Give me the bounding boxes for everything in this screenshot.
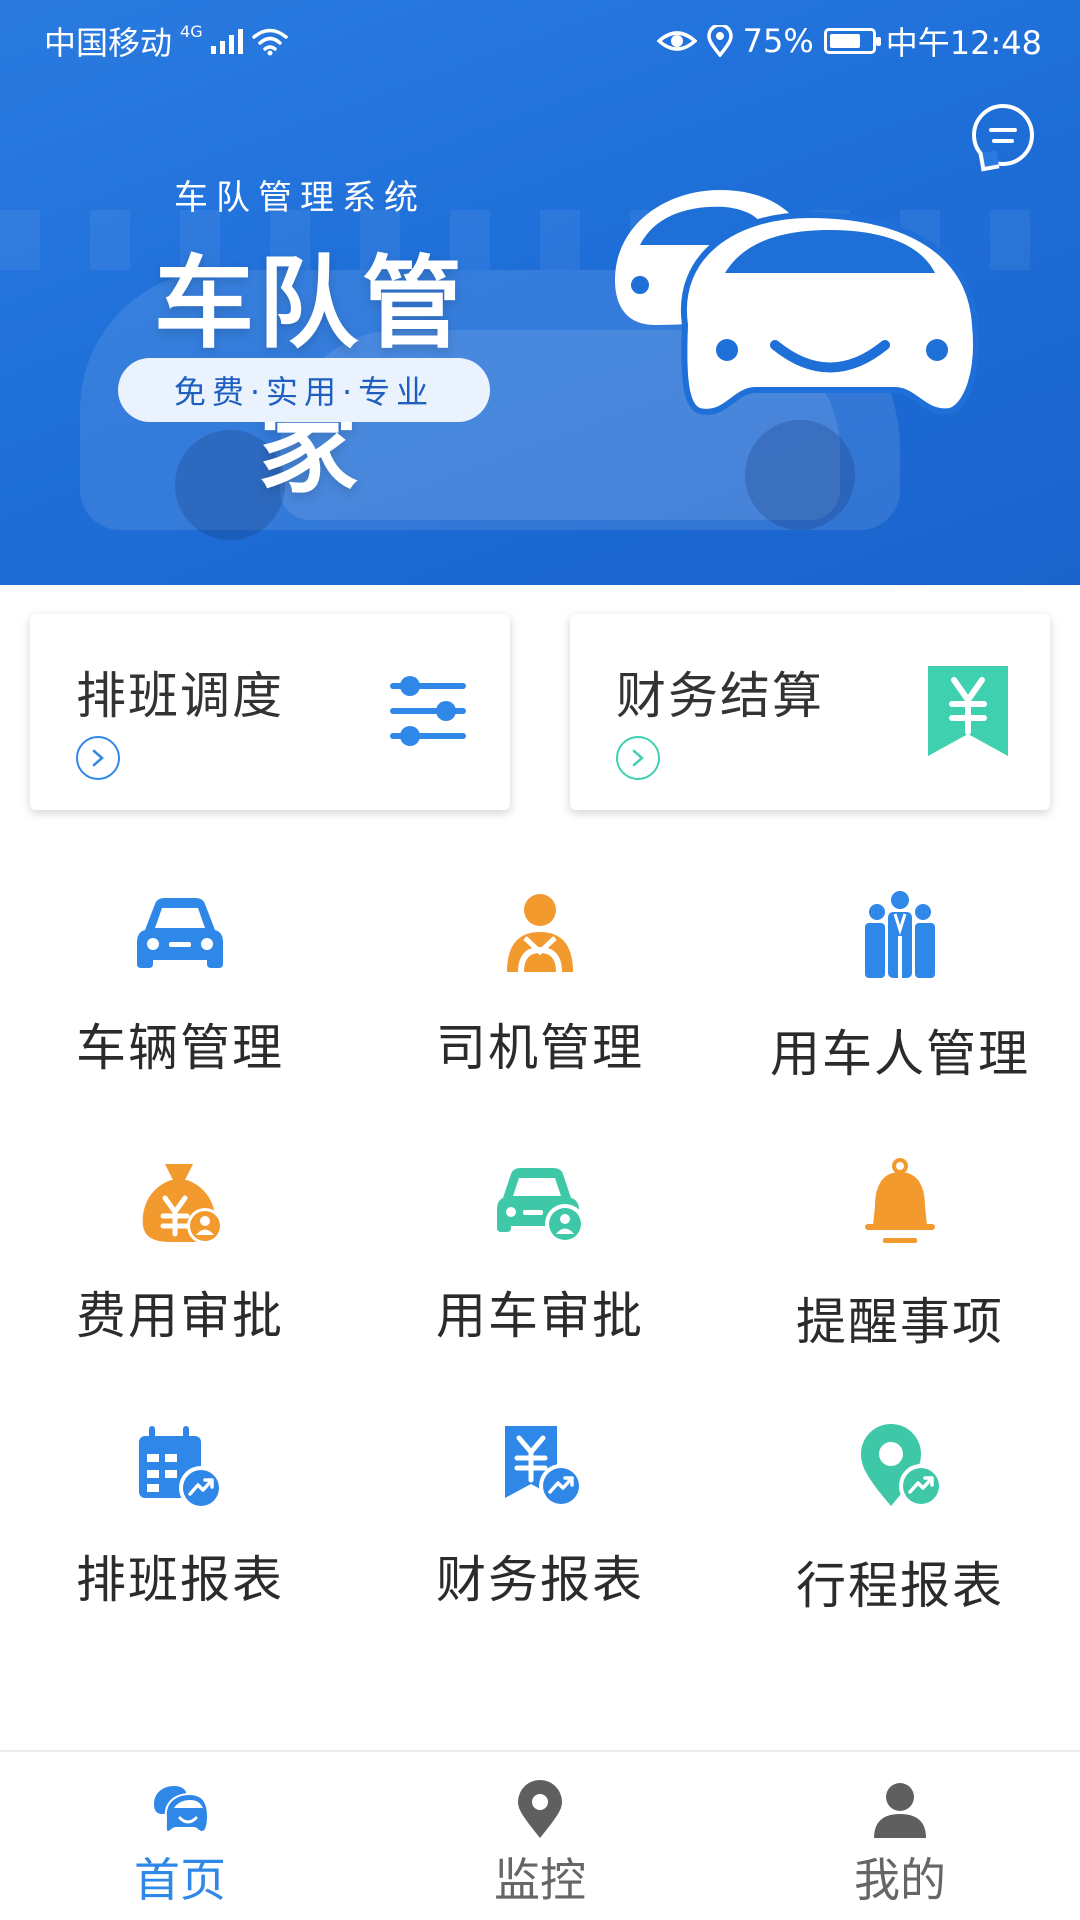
chevron-right-icon[interactable] xyxy=(76,736,120,780)
brand-tagline: 免费·实用·专业 xyxy=(118,358,490,422)
card-scheduling-title: 排班调度 xyxy=(76,667,284,725)
menu-reminders-label: 提醒事项 xyxy=(796,1293,1004,1351)
clock: 中午12:48 xyxy=(885,24,1042,62)
home-car-icon xyxy=(154,1786,210,1834)
tab-monitor-label: 监控 xyxy=(494,1853,586,1907)
tab-monitor[interactable]: 监控 xyxy=(360,1752,720,1920)
yuan-chart-icon xyxy=(505,1426,583,1508)
banner: 中国移动 4G 75% 中午12:48 车队管理系统 车队管家 免费·实用·专业 xyxy=(0,0,1080,585)
menu-schedule-report-label: 排班报表 xyxy=(76,1551,284,1609)
menu-schedule-report[interactable]: 排班报表 xyxy=(0,1422,360,1652)
bell-icon xyxy=(865,1158,935,1243)
chevron-right-icon[interactable] xyxy=(616,736,660,780)
driver-icon xyxy=(507,894,573,973)
car-icon xyxy=(137,898,223,968)
menu-usage-approval-label: 用车审批 xyxy=(436,1287,644,1345)
battery-icon xyxy=(823,28,881,54)
message-icon[interactable] xyxy=(972,104,1034,166)
people-group-icon xyxy=(865,891,935,978)
battery-percent: 75% xyxy=(742,22,814,60)
menu-trip-report[interactable]: 行程报表 xyxy=(720,1422,1080,1652)
location-chart-icon xyxy=(861,1424,943,1508)
location-pin-icon xyxy=(518,1780,562,1838)
tab-mine[interactable]: 我的 xyxy=(720,1752,1080,1920)
network-type: 4G xyxy=(180,21,203,41)
calendar-chart-icon xyxy=(139,1426,223,1510)
card-finance-title: 财务结算 xyxy=(616,667,824,725)
tab-mine-label: 我的 xyxy=(854,1853,946,1907)
menu-expense-approval[interactable]: 费用审批 xyxy=(0,1158,360,1388)
menu-finance-report[interactable]: 财务报表 xyxy=(360,1422,720,1652)
menu-vehicle-management-label: 车辆管理 xyxy=(76,1019,284,1077)
car-user-icon xyxy=(497,1168,585,1244)
tab-home-label: 首页 xyxy=(134,1853,226,1907)
card-finance[interactable]: 财务结算 xyxy=(570,614,1050,810)
bottom-tab-bar: 首页 监控 我的 xyxy=(0,1750,1080,1920)
status-bar: 中国移动 4G 75% 中午12:48 xyxy=(0,0,1080,74)
banner-background-wheel xyxy=(745,420,855,530)
signal-icon xyxy=(210,28,243,54)
tab-home[interactable]: 首页 xyxy=(0,1752,360,1920)
menu-usage-approval[interactable]: 用车审批 xyxy=(360,1158,720,1388)
money-bag-icon xyxy=(142,1164,223,1244)
menu-rider-management-label: 用车人管理 xyxy=(770,1025,1030,1083)
menu-trip-report-label: 行程报表 xyxy=(796,1557,1004,1615)
carrier-name: 中国移动 xyxy=(44,24,173,62)
menu-expense-approval-label: 费用审批 xyxy=(76,1287,284,1345)
brand-subtitle: 车队管理系统 xyxy=(174,178,426,218)
menu-driver-management[interactable]: 司机管理 xyxy=(360,890,720,1120)
sliders-icon xyxy=(390,676,466,746)
menu-driver-management-label: 司机管理 xyxy=(436,1019,644,1077)
menu-finance-report-label: 财务报表 xyxy=(436,1551,644,1609)
location-status-icon xyxy=(706,25,733,57)
menu-vehicle-management[interactable]: 车辆管理 xyxy=(0,890,360,1120)
menu-reminders[interactable]: 提醒事项 xyxy=(720,1158,1080,1388)
menu-rider-management[interactable]: 用车人管理 xyxy=(720,890,1080,1120)
user-icon xyxy=(874,1783,926,1838)
car-mascot-icon xyxy=(615,190,979,415)
card-scheduling[interactable]: 排班调度 xyxy=(30,614,510,810)
wifi-icon xyxy=(251,28,288,56)
eye-icon xyxy=(656,31,697,51)
yuan-bookmark-icon xyxy=(928,666,1008,756)
